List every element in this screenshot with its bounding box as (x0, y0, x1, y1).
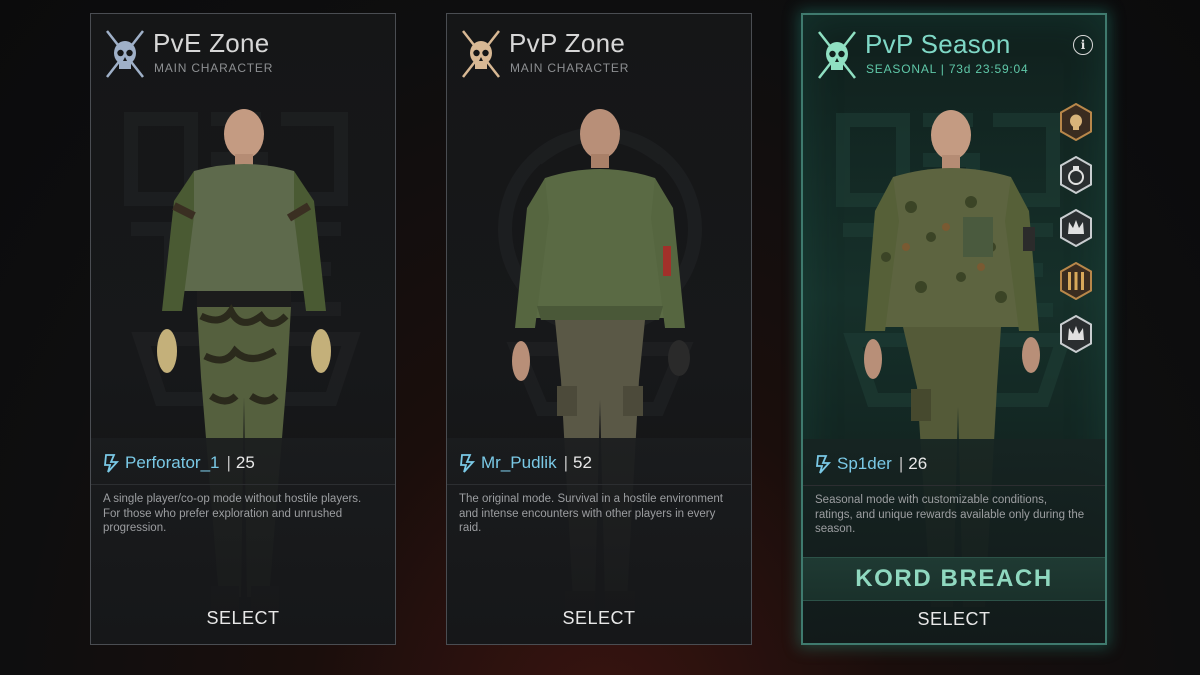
player-row: Sp1der | 26 (815, 453, 927, 475)
info-icon[interactable]: i (1073, 35, 1093, 55)
skull-crossed-knives-icon (818, 31, 856, 79)
skull-badge-icon[interactable] (1059, 102, 1093, 142)
pvp-zone-card[interactable]: PvP Zone MAIN CHARACTER Mr_Pudlik | 52 T… (446, 13, 752, 645)
season-name-banner: KORD BREACH (803, 557, 1105, 601)
pvp-season-card[interactable]: PvP Season SEASONAL | 73d 23:59:04 i Sp1… (801, 13, 1107, 645)
season-timer: SEASONAL | 73d 23:59:04 (866, 62, 1029, 76)
lightning-bolt-icon (104, 454, 120, 473)
divider (803, 485, 1105, 486)
player-row: Mr_Pudlik | 52 (459, 452, 592, 474)
divider (447, 484, 751, 485)
player-name: Mr_Pudlik (481, 453, 557, 472)
select-button[interactable]: SELECT (803, 599, 1105, 639)
mode-subtitle: MAIN CHARACTER (154, 61, 274, 75)
skull-crossed-knives-icon (106, 30, 144, 78)
player-row: Perforator_1 | 25 (103, 452, 255, 474)
crown-badge-icon[interactable] (1059, 208, 1093, 248)
level-separator: | (226, 453, 231, 472)
season-badges (1059, 102, 1097, 368)
lightning-bolt-icon (460, 454, 476, 473)
player-level: 25 (235, 453, 255, 472)
card-header: PvP Season SEASONAL | 73d 23:59:04 i (803, 15, 1105, 95)
mode-title: PvP Season (865, 29, 1011, 59)
card-header: PvE Zone MAIN CHARACTER (91, 14, 395, 94)
bars-badge-icon[interactable] (1059, 261, 1093, 301)
player-level: 52 (573, 453, 592, 472)
level-separator: | (563, 453, 569, 472)
lightning-bolt-icon (816, 455, 832, 474)
grenade-badge-icon[interactable] (1059, 155, 1093, 195)
level-separator: | (898, 454, 904, 473)
skull-crossed-knives-icon (462, 30, 500, 78)
player-name: Sp1der (837, 454, 892, 473)
select-button[interactable]: SELECT (91, 598, 395, 638)
player-level: 26 (908, 454, 928, 473)
crown-badge-icon[interactable] (1059, 314, 1093, 354)
divider (91, 484, 395, 485)
mode-description: Seasonal mode with customizable conditio… (815, 494, 1085, 535)
mode-title: PvP Zone (509, 28, 626, 58)
mode-subtitle: MAIN CHARACTER (510, 61, 630, 75)
pve-zone-card[interactable]: PvE Zone MAIN CHARACTER Perforator_1 | 2… (90, 13, 396, 645)
mode-title: PvE Zone (153, 28, 270, 58)
mode-description: The original mode. Survival in a hostile… (459, 493, 723, 534)
card-header: PvP Zone MAIN CHARACTER (447, 14, 751, 94)
mode-description: A single player/co-op mode without hosti… (103, 493, 362, 534)
select-button[interactable]: SELECT (447, 598, 751, 638)
player-name: Perforator_1 (125, 453, 220, 472)
